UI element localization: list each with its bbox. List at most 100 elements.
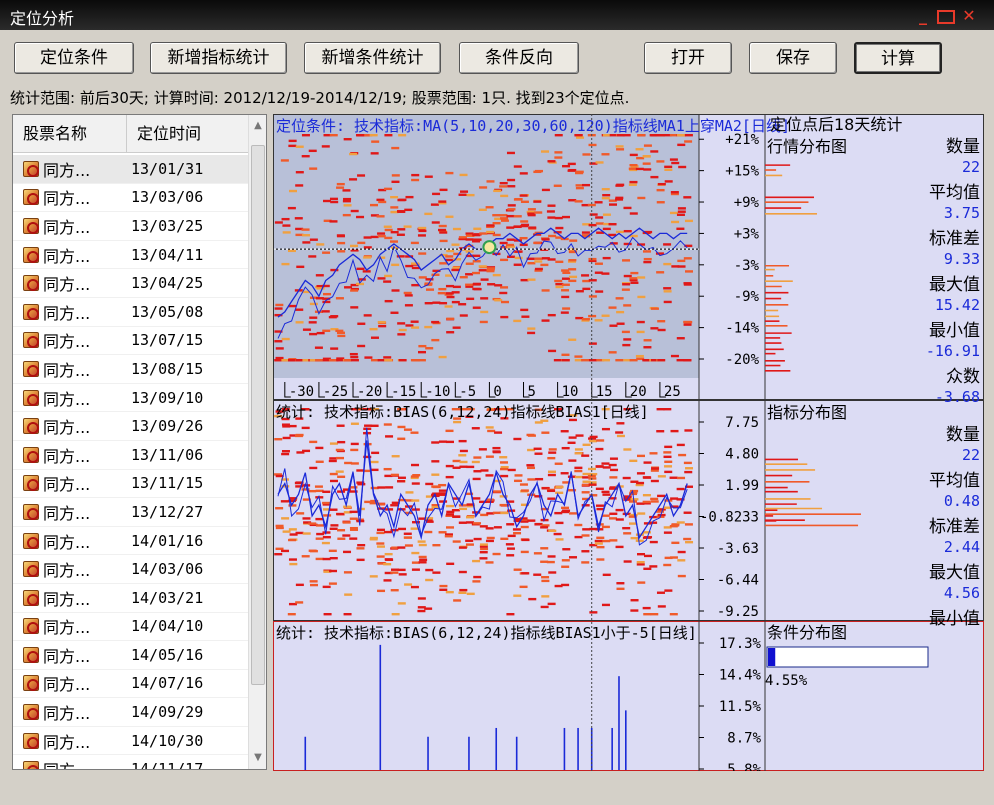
heatmap-cell (322, 535, 331, 539)
side-panel-title: 定位点后18天统计 (770, 115, 902, 134)
position-date: 14/09/29 (131, 703, 204, 722)
list-item[interactable]: 同方... 14/03/21 (13, 584, 249, 613)
heatmap-cell (383, 579, 392, 582)
heatmap-cell (452, 515, 461, 518)
heatmap-cell (301, 555, 310, 558)
heatmap-cell (637, 552, 646, 556)
maximize-icon[interactable] (937, 10, 955, 24)
window-title: 定位分析 (10, 9, 75, 28)
heatmap-cell (315, 460, 324, 463)
list-item[interactable]: 同方... 13/04/11 (13, 241, 249, 270)
list-item[interactable]: 同方... 13/05/08 (13, 298, 249, 327)
heatmap-cell (426, 288, 435, 291)
list-item[interactable]: 同方... 13/04/25 (13, 269, 249, 298)
heatmap-cell (581, 561, 590, 564)
heatmap-cell (411, 326, 420, 329)
heatmap-cell (608, 306, 617, 309)
list-item[interactable]: 同方... 13/08/15 (13, 355, 249, 384)
position-date: 13/03/06 (131, 188, 204, 207)
heatmap-cell (397, 322, 406, 325)
heatmap-cell (555, 485, 564, 489)
open-button[interactable]: 打开 (644, 42, 732, 74)
heatmap-cell (567, 441, 576, 444)
list-item[interactable]: 同方... 13/09/26 (13, 412, 249, 441)
heatmap-cell (663, 451, 672, 454)
heatmap-cell (275, 526, 284, 530)
list-item[interactable]: 同方... 13/11/06 (13, 441, 249, 470)
add-indicator-stat-button[interactable]: 新增指标统计 (150, 42, 287, 74)
heatmap-cell (601, 427, 610, 431)
heatmap-cell (418, 344, 427, 348)
heatmap-cell (349, 178, 358, 181)
heatmap-cell (485, 539, 494, 543)
list-item[interactable]: 同方... 13/03/25 (13, 212, 249, 241)
list-item[interactable]: 同方... 14/04/10 (13, 613, 249, 642)
heatmap-cell (669, 476, 678, 479)
list-item[interactable]: 同方... 13/03/06 (13, 184, 249, 213)
reverse-condition-button[interactable]: 条件反向 (459, 42, 579, 74)
heatmap-cell (323, 292, 332, 296)
list-item[interactable]: 同方... 14/07/16 (13, 670, 249, 699)
scroll-down-icon[interactable]: ▼ (249, 749, 266, 767)
heatmap-cell (601, 462, 610, 465)
heatmap-cell (357, 322, 366, 325)
heatmap-cell (534, 260, 543, 263)
stock-name: 同方... (43, 189, 91, 209)
list-item[interactable]: 同方... 14/05/16 (13, 641, 249, 670)
heatmap-cell (445, 475, 454, 479)
heatmap-cell (574, 452, 583, 455)
heatmap-cell (610, 468, 619, 472)
column-header-name[interactable]: 股票名称 (13, 115, 127, 152)
heatmap-cell (465, 283, 474, 286)
list-item[interactable]: 同方... 13/12/27 (13, 498, 249, 527)
heatmap-cell (588, 223, 597, 227)
list-item[interactable]: 同方... 14/10/30 (13, 727, 249, 756)
heatmap-cell (451, 509, 460, 512)
calculate-button[interactable]: 计算 (854, 42, 942, 74)
heatmap-cell (588, 477, 597, 480)
heatmap-cell (459, 460, 468, 464)
list-item[interactable]: 同方... 14/03/06 (13, 555, 249, 584)
scroll-thumb[interactable] (251, 145, 265, 685)
list-item[interactable]: 同方... 14/01/16 (13, 527, 249, 556)
heatmap-cell (636, 330, 645, 334)
heatmap-cell (452, 326, 461, 329)
heatmap-cell (664, 460, 673, 463)
heatmap-cell (513, 437, 522, 441)
heatmap-cell (410, 241, 419, 245)
heatmap-cell (527, 327, 536, 330)
side-panel-subtitle-2: 指标分布图 (767, 403, 847, 422)
heatmap-cell (328, 315, 337, 319)
list-item[interactable]: 同方... 13/11/15 (13, 470, 249, 499)
position-date: 13/04/11 (131, 245, 204, 264)
list-item[interactable]: 同方... 13/09/10 (13, 384, 249, 413)
add-condition-stat-button[interactable]: 新增条件统计 (304, 42, 441, 74)
position-date: 13/11/06 (131, 445, 204, 464)
heatmap-cell (643, 339, 652, 342)
condition-progress-fill (768, 648, 776, 666)
list-scrollbar[interactable]: ▲ ▼ (248, 115, 266, 769)
heatmap-cell (676, 337, 685, 340)
stock-name: 同方... (43, 275, 91, 295)
list-item[interactable]: 同方... 13/01/31 (13, 155, 249, 184)
list-item[interactable]: 同方... 14/11/17 (13, 755, 249, 769)
x-tick-label: -10 (425, 384, 450, 400)
position-condition-button[interactable]: 定位条件 (14, 42, 134, 74)
save-button[interactable]: 保存 (749, 42, 837, 74)
column-header-date[interactable]: 定位时间 (127, 115, 247, 152)
heatmap-cell (390, 589, 399, 592)
minimize-icon[interactable]: _ (912, 8, 934, 26)
scroll-up-icon[interactable]: ▲ (249, 117, 266, 135)
close-icon[interactable]: ✕ (958, 8, 980, 26)
heatmap-cell (363, 236, 372, 239)
heatmap-cell (505, 543, 514, 546)
heatmap-cell (458, 454, 467, 457)
heatmap-cell (377, 320, 386, 324)
heatmap-cell (657, 328, 666, 332)
heatmap-cell (397, 198, 406, 202)
heatmap-cell (342, 199, 351, 203)
heatmap-cell (555, 260, 564, 264)
list-item[interactable]: 同方... 14/09/29 (13, 698, 249, 727)
list-item[interactable]: 同方... 13/07/15 (13, 327, 249, 356)
heatmap-cell (274, 221, 283, 224)
